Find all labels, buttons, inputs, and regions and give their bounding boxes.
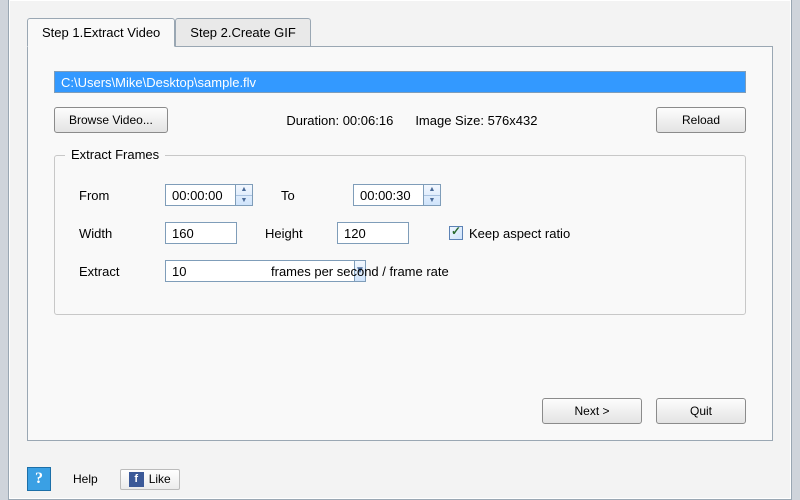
- main-window: Step 1.Extract Video Step 2.Create GIF B…: [8, 0, 792, 500]
- facebook-like-button[interactable]: f Like: [120, 469, 180, 490]
- to-time-spinner[interactable]: ▲▼: [423, 184, 441, 206]
- next-button[interactable]: Next >: [542, 398, 642, 424]
- extract-frames-group: Extract Frames From ▲▼ To ▲▼ Width Heigh…: [54, 155, 746, 315]
- height-input[interactable]: [337, 222, 409, 244]
- spin-up-icon[interactable]: ▲: [236, 185, 252, 196]
- extract-frames-legend: Extract Frames: [65, 147, 165, 162]
- checkbox-icon[interactable]: [449, 226, 463, 240]
- image-size-label: Image Size:: [415, 113, 484, 128]
- width-input[interactable]: [165, 222, 237, 244]
- keep-aspect-label: Keep aspect ratio: [469, 226, 570, 241]
- from-time-input[interactable]: [165, 184, 235, 206]
- keep-aspect-checkbox[interactable]: Keep aspect ratio: [449, 226, 570, 241]
- image-size-value: 576x432: [488, 113, 538, 128]
- reload-button[interactable]: Reload: [656, 107, 746, 133]
- from-time-stepper[interactable]: ▲▼: [165, 184, 253, 206]
- tab-strip: Step 1.Extract Video Step 2.Create GIF: [9, 0, 791, 46]
- spin-down-icon[interactable]: ▼: [236, 196, 252, 206]
- height-label: Height: [265, 226, 337, 241]
- spin-up-icon[interactable]: ▲: [424, 185, 440, 196]
- from-label: From: [79, 188, 165, 203]
- tab-step2[interactable]: Step 2.Create GIF: [175, 18, 311, 46]
- duration-value: 00:06:16: [343, 113, 394, 128]
- fps-combo[interactable]: ▼: [165, 260, 257, 282]
- help-icon[interactable]: ?: [27, 467, 51, 491]
- extract-label: Extract: [79, 264, 165, 279]
- video-path-input[interactable]: [54, 71, 746, 93]
- from-time-spinner[interactable]: ▲▼: [235, 184, 253, 206]
- browse-video-button[interactable]: Browse Video...: [54, 107, 168, 133]
- like-label: Like: [149, 472, 171, 486]
- to-time-input[interactable]: [353, 184, 423, 206]
- quit-button[interactable]: Quit: [656, 398, 746, 424]
- help-label[interactable]: Help: [73, 472, 98, 486]
- tab-step1[interactable]: Step 1.Extract Video: [27, 18, 175, 47]
- to-label: To: [281, 188, 353, 203]
- duration-label: Duration:: [286, 113, 339, 128]
- fps-label: frames per second / frame rate: [271, 264, 449, 279]
- nav-buttons: Next > Quit: [542, 398, 746, 424]
- facebook-icon: f: [129, 472, 144, 487]
- video-info: Duration: 00:06:16 Image Size: 576x432: [186, 113, 638, 128]
- spin-down-icon[interactable]: ▼: [424, 196, 440, 206]
- to-time-stepper[interactable]: ▲▼: [353, 184, 441, 206]
- panel-step1: Browse Video... Duration: 00:06:16 Image…: [27, 46, 773, 441]
- footer-bar: ? Help f Like: [27, 467, 180, 491]
- width-label: Width: [79, 226, 165, 241]
